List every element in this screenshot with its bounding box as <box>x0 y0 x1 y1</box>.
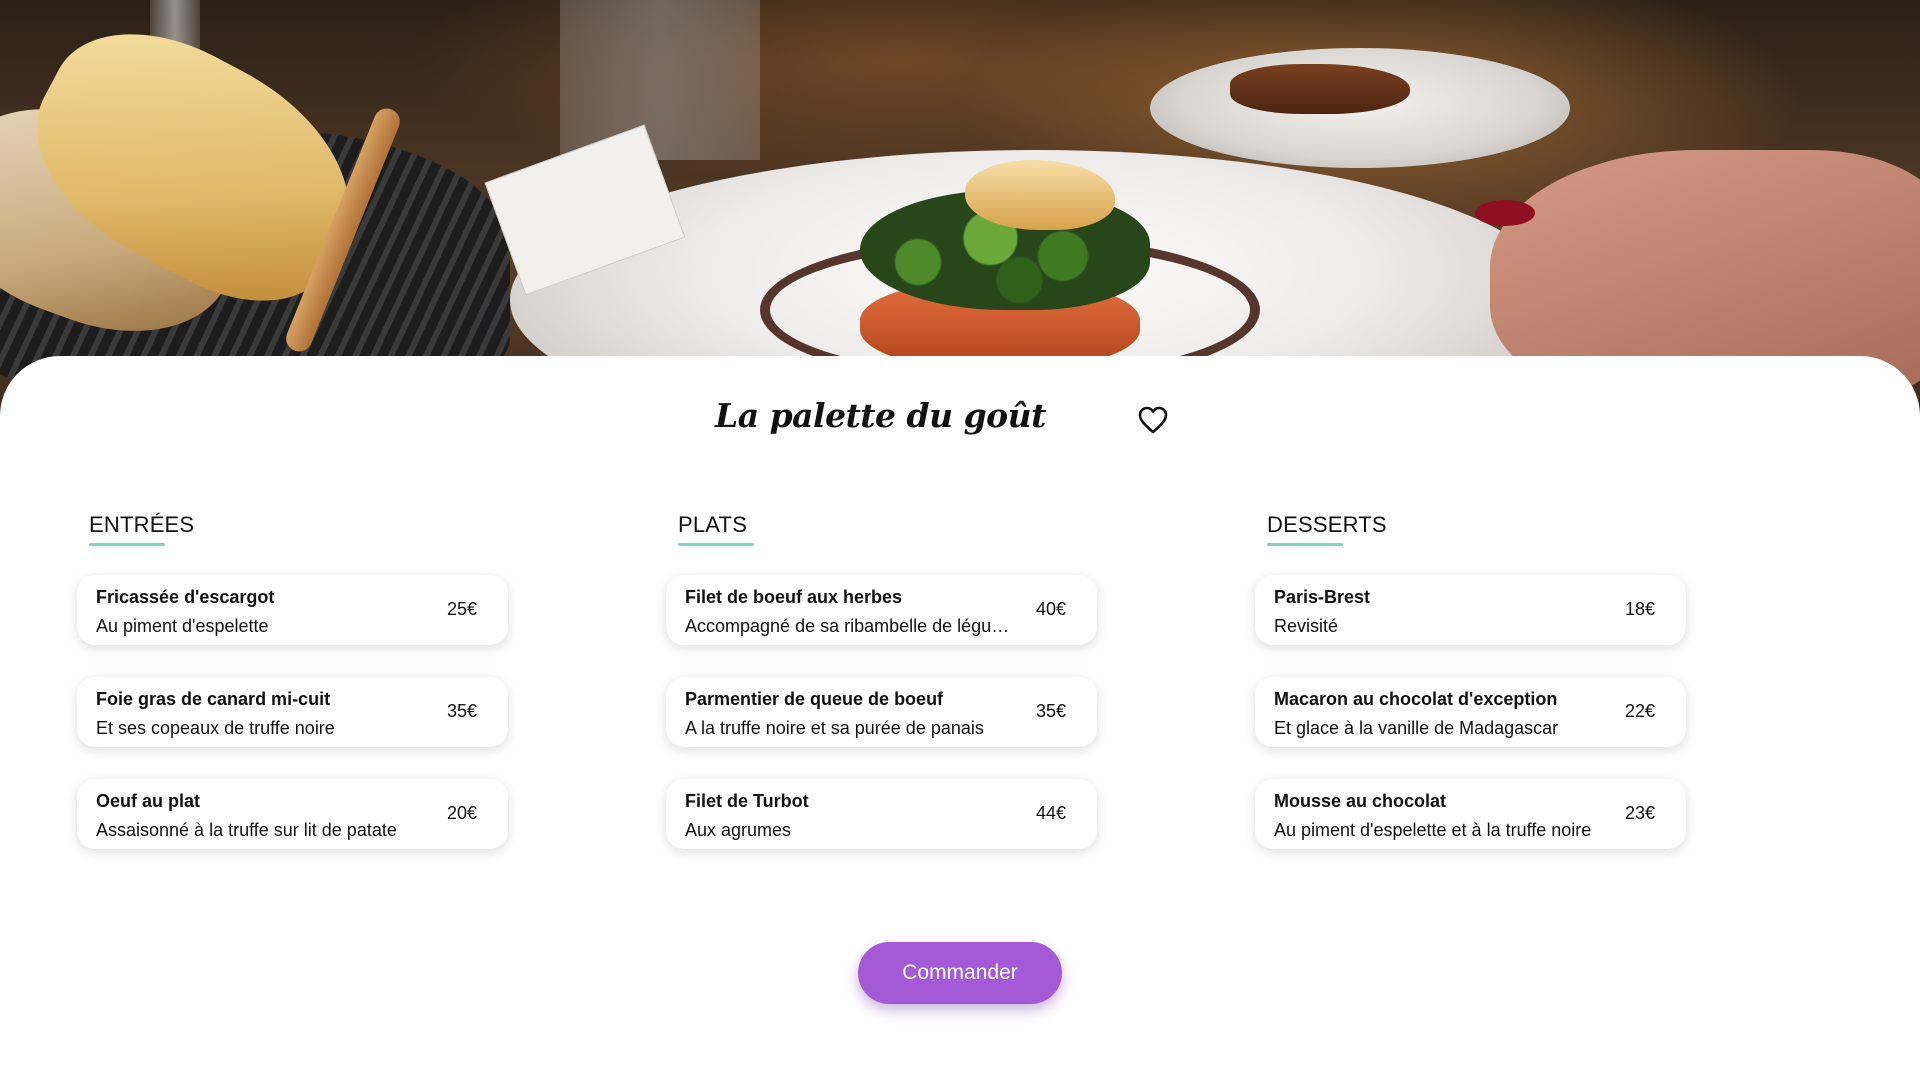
section-heading-desserts: DESSERTS <box>1267 512 1387 546</box>
menu-item-card[interactable]: Filet de boeuf aux herbes Accompagné de … <box>666 575 1097 645</box>
menu-item-card[interactable]: Oeuf au plat Assaisonné à la truffe sur … <box>77 779 508 849</box>
menu-item-name: Foie gras de canard mi-cuit <box>96 689 331 709</box>
section-heading-plats: PLATS <box>678 512 754 546</box>
heading-underline <box>89 543 165 546</box>
menu-item-name: Fricassée d'escargot <box>96 587 275 607</box>
menu-item-price: 35€ <box>446 701 477 721</box>
menu-item-card[interactable]: Fricassée d'escargot Au piment d'espelet… <box>77 575 508 645</box>
background-dish <box>1230 64 1410 114</box>
menu-item-name: Mousse au chocolat <box>1274 791 1447 811</box>
menu-item-description: Revisité <box>1274 616 1339 636</box>
painted-nail <box>1475 200 1535 226</box>
menu-item-description: Assaisonné à la truffe sur lit de patate <box>96 820 397 840</box>
menu-item-name: Filet de boeuf aux herbes <box>685 587 903 607</box>
menu-item-price: 23€ <box>1624 803 1655 823</box>
section-heading-label: PLATS <box>678 512 748 537</box>
menu-item-description: A la truffe noire et sa purée de panais <box>685 718 984 738</box>
menu-item-name: Paris-Brest <box>1274 587 1371 607</box>
menu-item-description: Et ses copeaux de truffe noire <box>96 718 335 738</box>
menu-item-price: 44€ <box>1035 803 1066 823</box>
menu-item-card[interactable]: Parmentier de queue de boeuf A la truffe… <box>666 677 1097 747</box>
menu-item-name: Oeuf au plat <box>96 791 201 811</box>
menu-item-name: Filet de Turbot <box>685 791 809 811</box>
menu-item-card[interactable]: Paris-Brest Revisité 18€ <box>1255 575 1686 645</box>
menu-item-price: 35€ <box>1035 701 1066 721</box>
restaurant-title: La palette du goût <box>715 396 1046 435</box>
menu-item-description: Au piment d'espelette et à la truffe noi… <box>1274 820 1592 840</box>
menu-item-description: Accompagné de sa ribambelle de légumes <box>685 616 1015 636</box>
menu-item-name: Parmentier de queue de boeuf <box>685 689 944 709</box>
section-heading-label: ENTRÉES <box>89 512 195 537</box>
order-button[interactable]: Commander <box>858 942 1062 1004</box>
menu-item-card[interactable]: Macaron au chocolat d'exception Et glace… <box>1255 677 1686 747</box>
menu-item-description: Et glace à la vanille de Madagascar <box>1274 718 1559 738</box>
menu-item-price: 40€ <box>1035 599 1066 619</box>
menu-item-description: Au piment d'espelette <box>96 616 269 636</box>
menu-item-name: Macaron au chocolat d'exception <box>1274 689 1558 709</box>
heading-underline <box>1267 543 1343 546</box>
menu-item-card[interactable]: Filet de Turbot Aux agrumes 44€ <box>666 779 1097 849</box>
water-glass <box>560 0 760 160</box>
menu-item-price: 25€ <box>446 599 477 619</box>
heart-outline-icon <box>1138 406 1168 434</box>
menu-item-price: 20€ <box>446 803 477 823</box>
menu-item-card[interactable]: Mousse au chocolat Au piment d'espelette… <box>1255 779 1686 849</box>
menu-item-price: 18€ <box>1624 599 1655 619</box>
favorite-button[interactable] <box>1137 405 1169 435</box>
heading-underline <box>678 543 754 546</box>
section-heading-label: DESSERTS <box>1267 512 1387 537</box>
section-heading-entrees: ENTRÉES <box>89 512 195 546</box>
menu-item-price: 22€ <box>1624 701 1655 721</box>
menu-item-card[interactable]: Foie gras de canard mi-cuit Et ses copea… <box>77 677 508 747</box>
menu-item-description: Aux agrumes <box>685 820 792 840</box>
